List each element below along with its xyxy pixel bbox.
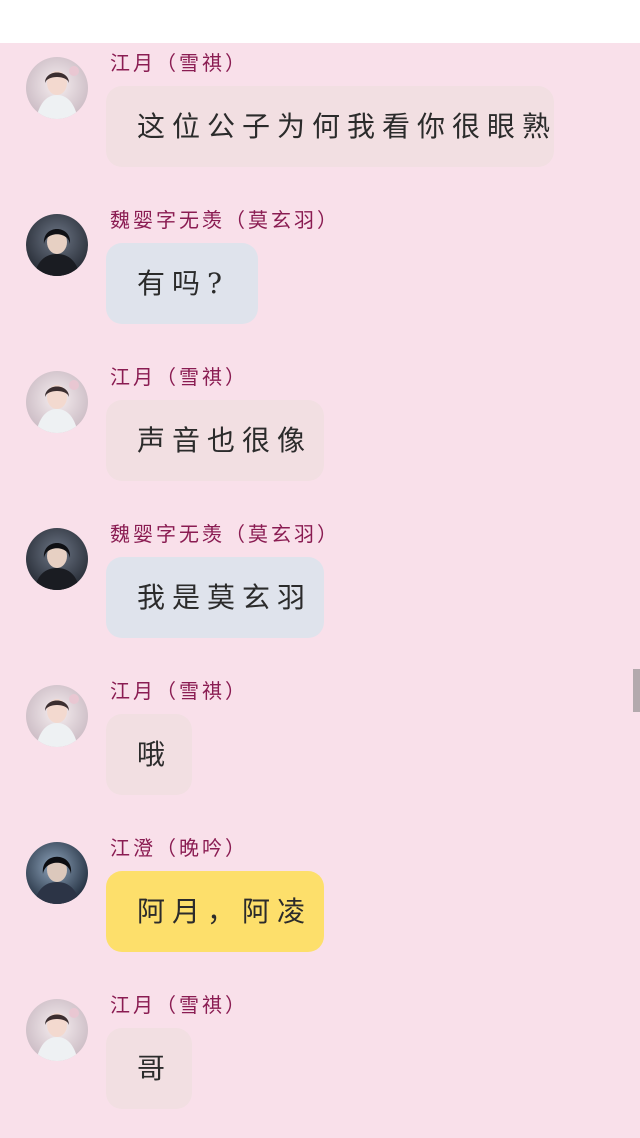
scrollbar-thumb[interactable] [633,669,640,712]
message-bubble[interactable]: 哥 [106,1028,192,1109]
sender-name: 魏婴字无羡（莫玄羽） [110,208,340,232]
chat-list[interactable]: 江月（雪祺） 这位公子为何我看你很眼熟 魏婴字无羡（莫玄羽） 有吗? 江月（雪祺… [0,43,640,1138]
sender-name: 江月（雪祺） [110,679,248,703]
message-bubble[interactable]: 阿月，阿凌 [106,871,324,952]
message-bubble[interactable]: 声音也很像 [106,400,324,481]
avatar-weiying-icon[interactable] [26,528,88,590]
sender-name: 江月（雪祺） [110,51,248,75]
avatar-xueqi-icon[interactable] [26,57,88,119]
message-bubble[interactable]: 哦 [106,714,192,795]
message-bubble[interactable]: 这位公子为何我看你很眼熟 [106,86,554,167]
sender-name: 魏婴字无羡（莫玄羽） [110,522,340,546]
top-bar [0,0,640,43]
sender-name: 江澄（晚吟） [110,836,248,860]
avatar-jiangcheng-icon[interactable] [26,842,88,904]
sender-name: 江月（雪祺） [110,993,248,1017]
avatar-xueqi-icon[interactable] [26,371,88,433]
avatar-xueqi-icon[interactable] [26,685,88,747]
message-bubble[interactable]: 有吗? [106,243,258,324]
message-bubble[interactable]: 我是莫玄羽 [106,557,324,638]
avatar-xueqi-icon[interactable] [26,999,88,1061]
sender-name: 江月（雪祺） [110,365,248,389]
avatar-weiying-icon[interactable] [26,214,88,276]
